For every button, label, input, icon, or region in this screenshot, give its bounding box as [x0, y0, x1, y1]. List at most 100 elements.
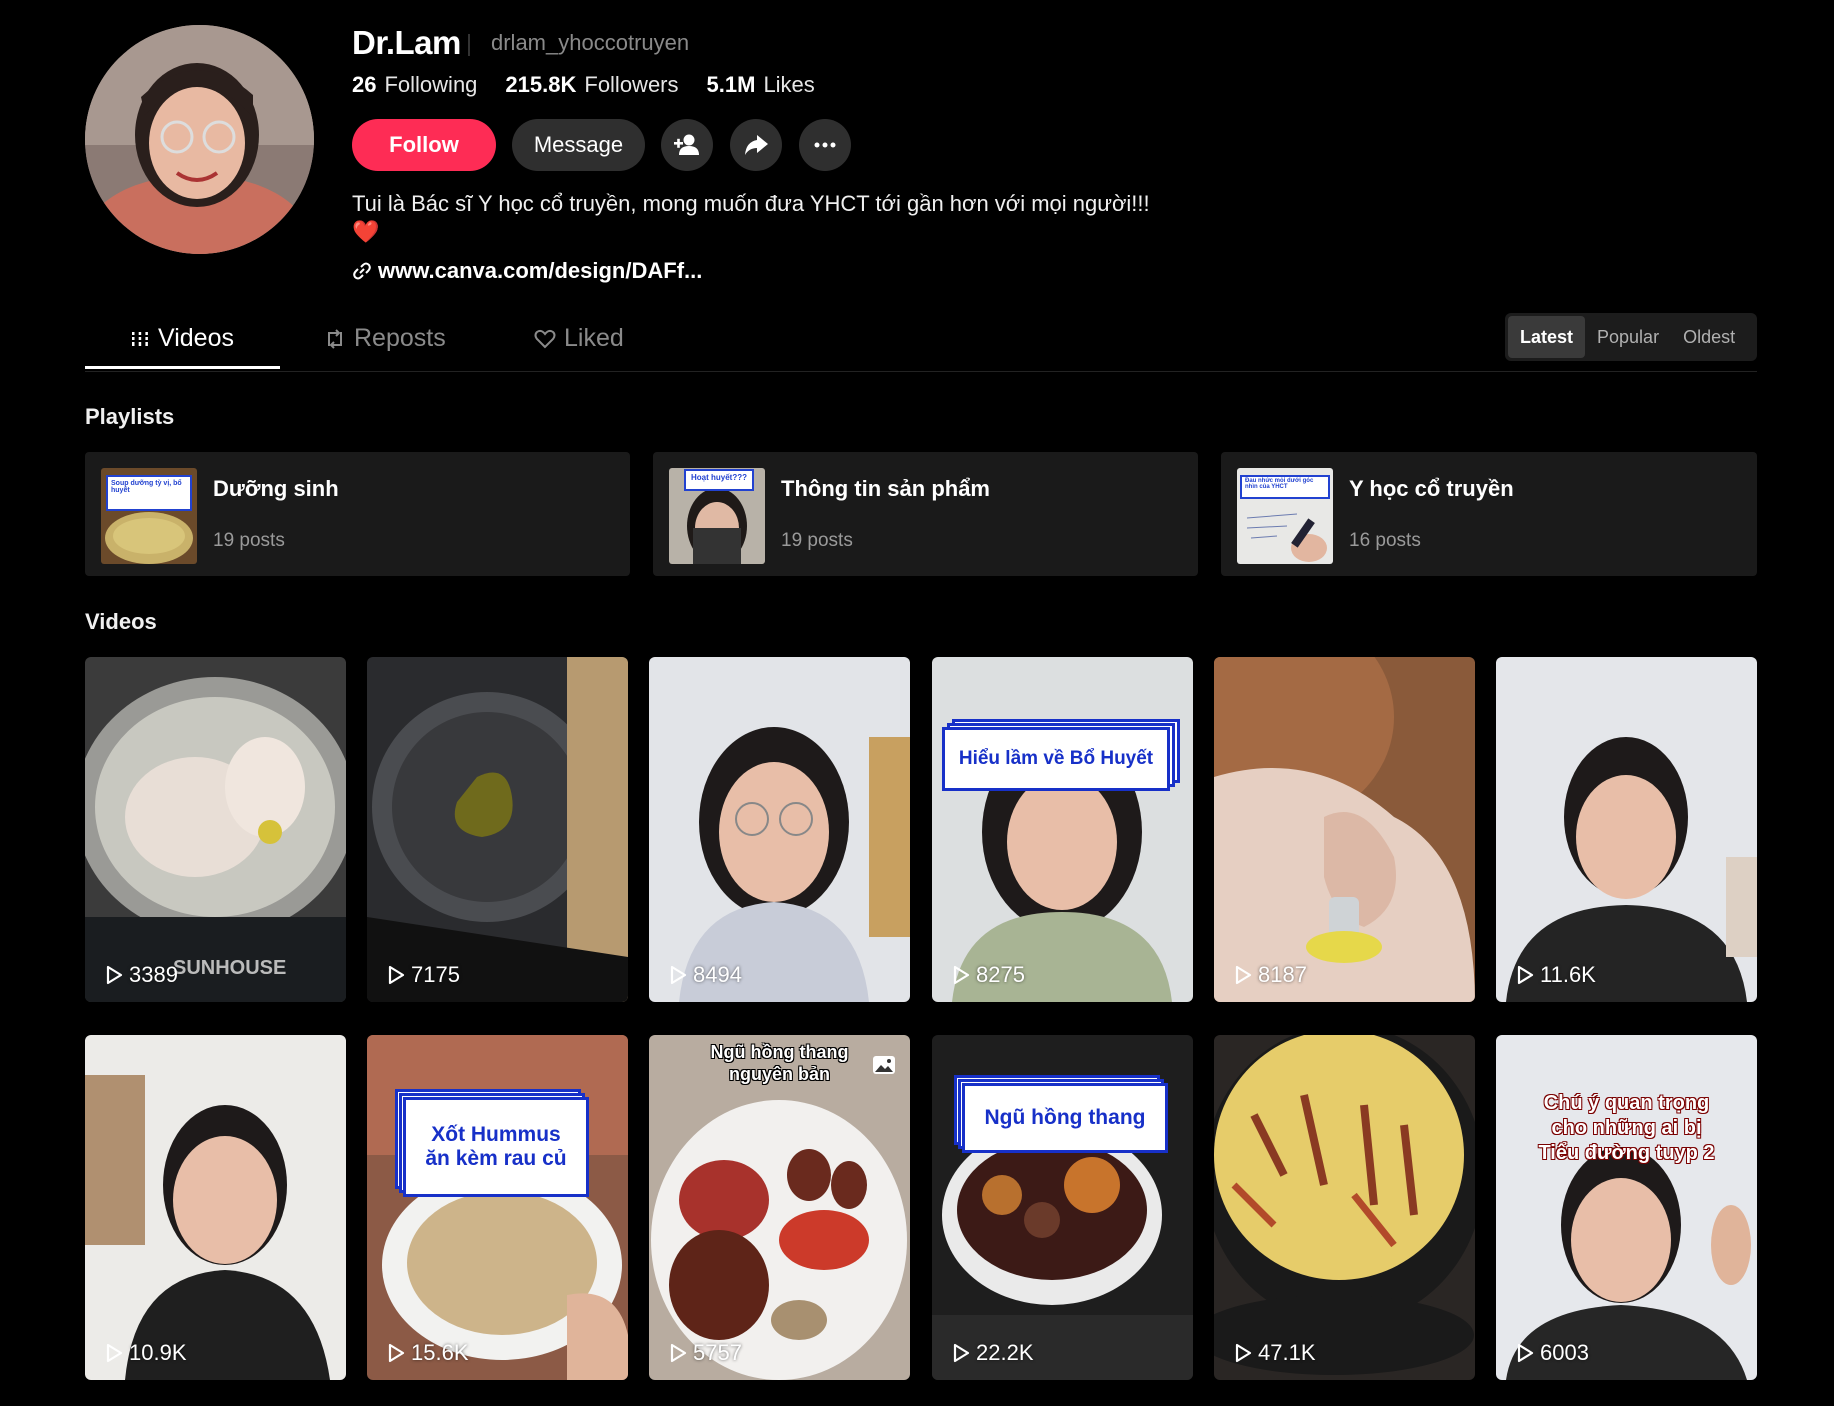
video-caption: Ngũ hồng thang [962, 1083, 1168, 1153]
video-tile[interactable]: 8187 [1214, 657, 1475, 1002]
tab-reposts-label: Reposts [354, 324, 446, 352]
video-views: 15.6K [387, 1340, 469, 1366]
play-icon [1235, 965, 1252, 985]
share-button[interactable] [730, 119, 782, 171]
play-icon [1517, 1343, 1534, 1363]
photo-mode-icon [873, 1056, 895, 1074]
liked-heart-icon [534, 329, 556, 348]
play-icon [953, 965, 970, 985]
video-thumbnail [649, 657, 910, 1002]
tab-liked[interactable]: Liked [534, 324, 624, 353]
tab-videos-label: Videos [158, 324, 234, 352]
video-tile[interactable]: Ngũ hồng thang nguyên bản 5757 [649, 1035, 910, 1380]
playlist-title: Dưỡng sinh [213, 476, 339, 501]
play-icon [670, 965, 687, 985]
playlist-thumb-caption: Đau nhức mỏi dưới góc nhìn của YHCT [1245, 478, 1314, 490]
video-thumbnail [1214, 657, 1475, 1002]
handle-separator [468, 34, 470, 56]
video-tile[interactable]: 10.9K [85, 1035, 346, 1380]
video-views: 22.2K [952, 1340, 1034, 1366]
play-icon [670, 1343, 687, 1363]
playlist-card[interactable]: Hoạt huyết??? Thông tin sản phẩm 19 post… [653, 452, 1198, 576]
video-caption: Chú ý quan trọng cho những ai bị Tiểu đư… [1538, 1092, 1715, 1164]
profile-handle: drlam_yhoccotruyen [491, 30, 690, 55]
sort-popular[interactable]: Popular [1585, 316, 1671, 358]
video-tile[interactable]: 8494 [649, 657, 910, 1002]
play-icon [1235, 1343, 1252, 1363]
playlist-thumb-caption: Hoạt huyết??? [691, 473, 747, 482]
videos-grid-icon [130, 331, 150, 346]
video-tile[interactable]: 7175 [367, 657, 628, 1002]
more-icon [814, 142, 836, 148]
video-thumbnail [85, 657, 346, 1002]
add-user-icon [674, 134, 699, 155]
video-watermark: SUNHOUSE [173, 957, 287, 979]
video-views: 8275 [952, 962, 1025, 988]
video-thumbnail [1496, 1035, 1757, 1380]
likes-stat: 5.1M Likes [706, 72, 815, 97]
tabs-divider [85, 371, 1757, 372]
video-tile[interactable]: Ngũ hồng thang 22.2K [932, 1035, 1193, 1380]
video-tile[interactable]: 11.6K [1496, 657, 1757, 1002]
profile-link[interactable]: www.canva.com/design/DAFf... [352, 258, 702, 284]
video-thumbnail [932, 657, 1193, 1002]
share-icon [745, 135, 768, 155]
caption-box: Xốt Hummus ăn kèm rau củ [395, 1089, 603, 1197]
follow-button[interactable]: Follow [352, 119, 496, 171]
repost-icon [328, 328, 342, 349]
video-tile[interactable]: 47.1K [1214, 1035, 1475, 1380]
video-tile[interactable]: Hiểu lầm về Bổ Huyết 8275 [932, 657, 1193, 1002]
sort-latest[interactable]: Latest [1508, 316, 1586, 358]
playlist-count: 19 posts [781, 530, 853, 551]
add-friend-button[interactable] [661, 119, 713, 171]
play-icon [106, 1343, 123, 1363]
message-button[interactable]: Message [512, 119, 645, 171]
profile-bio: Tui là Bác sĩ Y học cổ truyền, mong muốn… [352, 191, 1150, 216]
playlists-heading: Playlists [85, 404, 175, 429]
playlist-card[interactable]: Soup dưỡng tỳ vị, bổ huyết Dưỡng sinh 19… [85, 452, 630, 576]
active-tab-indicator [85, 366, 280, 369]
tab-videos[interactable]: Videos [130, 324, 234, 353]
tab-reposts[interactable]: Reposts [324, 324, 446, 353]
video-thumbnail [649, 1035, 910, 1380]
video-views: 11.6K [1516, 962, 1596, 988]
video-views: 10.9K [105, 1340, 187, 1366]
link-icon [353, 262, 371, 280]
play-icon [1517, 965, 1534, 985]
video-tile[interactable]: Xốt Hummus ăn kèm rau củ 15.6K [367, 1035, 628, 1380]
video-views: 47.1K [1234, 1340, 1316, 1366]
profile-avatar[interactable] [85, 25, 314, 254]
video-views: 8494 [669, 962, 742, 988]
caption-box: Hiểu lầm về Bổ Huyết [942, 719, 1180, 791]
videos-heading: Videos [85, 609, 157, 634]
bio-heart-emoji: ❤️ [352, 219, 380, 244]
following-stat[interactable]: 26 Following [352, 72, 477, 98]
play-icon [953, 1343, 970, 1363]
play-icon [388, 1343, 405, 1363]
sort-oldest[interactable]: Oldest [1671, 316, 1747, 358]
video-views: 3389 [105, 962, 178, 988]
tab-liked-label: Liked [564, 324, 624, 352]
play-icon [106, 965, 123, 985]
playlist-thumbnail: Soup dưỡng tỳ vị, bổ huyết [101, 468, 197, 564]
video-tile[interactable]: SUNHOUSE 3389 [85, 657, 346, 1002]
playlist-card[interactable]: Đau nhức mỏi dưới góc nhìn của YHCT Y họ… [1221, 452, 1757, 576]
more-button[interactable] [799, 119, 851, 171]
playlist-count: 16 posts [1349, 530, 1421, 551]
play-icon [388, 965, 405, 985]
playlist-thumbnail: Hoạt huyết??? [669, 468, 765, 564]
video-tile[interactable]: Chú ý quan trọng cho những ai bị Tiểu đư… [1496, 1035, 1757, 1380]
playlist-count: 19 posts [213, 530, 285, 551]
caption-box: Ngũ hồng thang [954, 1075, 1172, 1163]
profile-name: Dr.Lam [352, 24, 461, 61]
profile-stats: 26 Following 215.8K Followers 5.1M Likes [352, 72, 815, 98]
video-views: 6003 [1516, 1340, 1589, 1366]
video-views: 8187 [1234, 962, 1307, 988]
playlist-thumb-caption: Soup dưỡng tỳ vị, bổ huyết [111, 480, 182, 494]
video-caption: Xốt Hummus ăn kèm rau củ [403, 1097, 589, 1197]
profile-link-text: www.canva.com/design/DAFf... [378, 258, 703, 283]
followers-stat[interactable]: 215.8K Followers [505, 72, 678, 98]
video-caption: Ngũ hồng thang nguyên bản [710, 1042, 849, 1084]
video-thumbnail [1214, 1035, 1475, 1380]
video-views: 5757 [669, 1340, 742, 1366]
